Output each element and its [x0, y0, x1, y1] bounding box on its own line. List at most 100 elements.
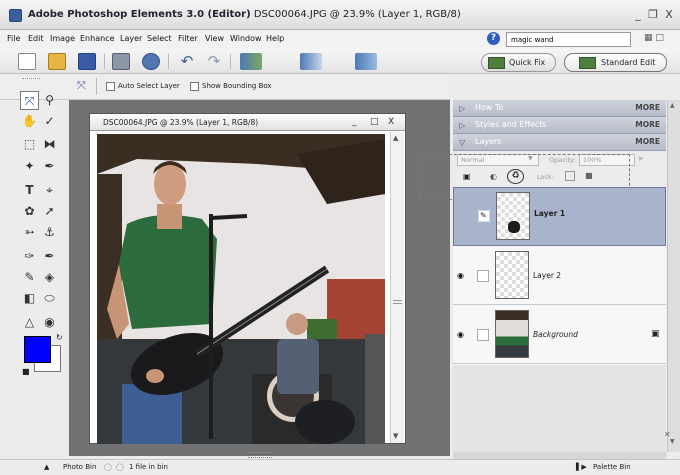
layer-name[interactable]: Background [533, 330, 578, 339]
doc-maximize-button[interactable]: □ [370, 117, 379, 127]
photo-canvas[interactable] [97, 134, 385, 444]
foreground-color-swatch[interactable] [24, 336, 51, 363]
palette-bin-scrollbar[interactable]: ▲ ▼ [667, 100, 680, 452]
swap-colors-icon[interactable]: ↻ [56, 333, 63, 342]
paint-bucket-icon[interactable]: ◈ [40, 268, 59, 287]
selection-brush-icon[interactable]: ✒ [40, 157, 59, 176]
more-button[interactable]: MORE [635, 120, 660, 129]
menu-layer[interactable]: Layer [120, 34, 142, 43]
palette-bin-label[interactable]: Palette Bin [593, 463, 631, 471]
menu-select[interactable]: Select [147, 34, 172, 43]
layer-row-background[interactable]: ◉ Background ▣ [453, 305, 666, 364]
eyedropper-icon[interactable]: ✓ [40, 112, 59, 131]
layer-name[interactable]: Layer 2 [533, 271, 561, 280]
palette-bin-resize-grip[interactable] [453, 452, 666, 459]
straighten-icon[interactable]: ➚ [40, 202, 59, 221]
crop-icon[interactable]: ⌖ [40, 181, 59, 200]
new-file-icon[interactable] [18, 53, 36, 70]
layer-link-toggle[interactable] [477, 329, 489, 341]
menu-file[interactable]: File [7, 34, 20, 43]
scroll-up-icon[interactable]: ▲ [393, 134, 398, 142]
cookie-cutter-icon[interactable]: ✿ [20, 202, 39, 221]
auto-select-layer-label: Auto Select Layer [118, 82, 180, 90]
palette-how-to[interactable]: ▷ How To MORE [453, 100, 666, 117]
brush-icon[interactable]: ✑ [20, 247, 39, 266]
doc-minimize-button[interactable]: _ [352, 117, 357, 127]
doc-close-button[interactable]: X [388, 117, 394, 127]
layer-name[interactable]: Layer 1 [534, 209, 565, 218]
bin-next-icon[interactable]: ◯ [116, 463, 124, 471]
toolbox-grip[interactable] [22, 78, 40, 82]
photo-bin-resize-grip[interactable] [248, 452, 272, 458]
move-tool-icon[interactable]: ⤧ [20, 91, 39, 110]
shape-icon[interactable]: △ [20, 313, 39, 332]
document-vertical-scrollbar[interactable]: ▲ ▼ [390, 132, 404, 443]
impressionist-brush-icon[interactable]: ✒ [40, 247, 59, 266]
palette-layers[interactable]: ▽ Layers MORE [453, 134, 666, 151]
save-icon[interactable] [78, 53, 96, 70]
palette-styles-and-effects[interactable]: ▷ Styles and Effects MORE [453, 117, 666, 134]
photo-bin-toggle-icon[interactable]: ▲ [44, 463, 49, 471]
hand-tool-icon[interactable]: ✋ [20, 112, 39, 131]
gradient-icon[interactable]: ◧ [20, 289, 39, 308]
bin-prev-icon[interactable]: ◯ [104, 463, 112, 471]
title-bar: Adobe Photoshop Elements 3.0 (Editor) DS… [0, 0, 680, 30]
clone-stamp-icon[interactable]: ✎ [20, 268, 39, 287]
undo-icon[interactable]: ↶ [178, 53, 196, 70]
expand-arrow-icon: ▷ [459, 104, 466, 113]
menu-window[interactable]: Window [230, 34, 262, 43]
menu-help[interactable]: Help [266, 34, 284, 43]
minimize-button[interactable]: _ [631, 8, 645, 21]
type-tool-icon[interactable]: T [20, 181, 39, 200]
layer-row-layer-1[interactable]: ✎ Layer 1 [453, 187, 666, 246]
photo-browser-icon[interactable] [240, 53, 262, 70]
auto-select-layer-checkbox[interactable] [106, 82, 115, 91]
document-title-bar[interactable]: DSC00064.JPG @ 23.9% (Layer 1, RGB/8) _ … [90, 114, 405, 131]
eraser-icon[interactable]: ⬭ [40, 289, 59, 308]
eye-icon[interactable]: ◉ [457, 272, 467, 280]
red-eye-icon[interactable]: ➳ [20, 223, 39, 242]
scroll-down-icon[interactable]: ▼ [393, 432, 398, 440]
photo-bin-label[interactable]: Photo Bin [63, 463, 96, 471]
marquee-icon[interactable]: ⬚ [20, 135, 39, 154]
menu-edit[interactable]: Edit [28, 34, 44, 43]
sponge-icon[interactable]: ◉ [40, 313, 59, 332]
quick-fix-label: Quick Fix [509, 58, 546, 67]
quick-fix-button[interactable]: Quick Fix [481, 53, 556, 72]
eye-icon[interactable]: ◉ [457, 331, 467, 339]
help-icon[interactable]: ? [487, 32, 500, 45]
open-folder-icon[interactable] [48, 53, 66, 70]
restore-button[interactable]: ❐ [646, 8, 660, 21]
layer-thumbnail [495, 251, 529, 299]
magic-wand-icon[interactable]: ✦ [20, 157, 39, 176]
menu-enhance[interactable]: Enhance [80, 34, 115, 43]
palette-toggle-icon[interactable]: ▦ □ [644, 33, 664, 43]
menu-filter[interactable]: Filter [178, 34, 198, 43]
files-in-bin-count: 1 file in bin [129, 463, 168, 471]
palette-bin-close-icon[interactable]: ✕ [664, 430, 671, 439]
default-colors-icon[interactable]: ■ [22, 367, 30, 376]
opacity-arrow-icon: ▶ [639, 155, 644, 162]
menu-image[interactable]: Image [50, 34, 75, 43]
redo-icon[interactable]: ↷ [205, 53, 223, 70]
layer-row-layer-2[interactable]: ◉ Layer 2 [453, 246, 666, 305]
help-search-input[interactable] [506, 32, 631, 47]
zoom-tool-icon[interactable]: ⚲ [40, 91, 59, 110]
palette-bin-toggle-icon[interactable]: ▌▶ [576, 463, 587, 471]
scroll-down-icon[interactable]: ▼ [670, 438, 675, 445]
date-view-icon[interactable] [300, 53, 322, 70]
lasso-icon[interactable]: ⧓ [40, 135, 59, 154]
more-button[interactable]: MORE [635, 103, 660, 112]
scroll-up-icon[interactable]: ▲ [670, 102, 675, 109]
standard-edit-button[interactable]: Standard Edit [564, 53, 667, 72]
more-button[interactable]: MORE [635, 137, 660, 146]
close-button[interactable]: X [662, 8, 676, 21]
print-icon[interactable] [112, 53, 130, 70]
layer-link-toggle[interactable] [477, 270, 489, 282]
scroll-thumb-grip[interactable] [393, 300, 402, 304]
online-services-icon[interactable] [142, 53, 160, 70]
create-icon[interactable] [355, 53, 377, 70]
spot-healing-icon[interactable]: ⚓ [40, 223, 59, 242]
menu-view[interactable]: View [205, 34, 224, 43]
show-bounding-box-checkbox[interactable] [190, 82, 199, 91]
